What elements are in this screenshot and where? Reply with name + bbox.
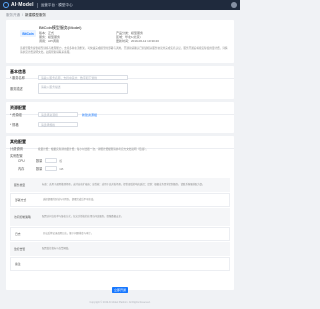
create-resource-group-link[interactable]: 新建资源组 bbox=[82, 113, 97, 117]
table-row: 备注 bbox=[10, 257, 230, 271]
row-key: 备注 bbox=[15, 262, 21, 266]
resource-group-label: * 资源组 bbox=[10, 113, 22, 117]
spec-select[interactable]: 请选择规格 bbox=[38, 122, 78, 127]
row-value: 配置访问白名单与鉴权方式，仅允许授权的应用访问该服务，保障数据安全。 bbox=[42, 215, 124, 219]
breadcrumb-parent[interactable]: 服务开通 bbox=[6, 13, 20, 18]
footer-copyright: Copyright © 2019 AI Model Platform. All … bbox=[89, 301, 151, 304]
cpu-stepper[interactable] bbox=[45, 158, 58, 163]
service-name-input[interactable]: 请输入服务名称，支持中英文、数字和下划线 bbox=[38, 75, 128, 80]
row-value: 开启后将记录调用日志，便于问题排查与审计。 bbox=[43, 232, 94, 236]
row-key: 部署方式 bbox=[15, 198, 27, 202]
resource-card: 资源配置 * 资源组 请选择资源组 新建资源组 * 规格 请选择规格 bbox=[6, 102, 234, 133]
spec-label: * 规格 bbox=[10, 123, 19, 127]
logo-icon bbox=[3, 2, 9, 8]
product-logo: BitCoin bbox=[20, 30, 36, 37]
row-value: 标准：适用于通用推理场景，支持自动扩缩容；高性能：适用于高并发场景，提供更低的响… bbox=[42, 183, 205, 187]
row-value: 选择部署的区域与可用区，部署完成后不可修改。 bbox=[43, 198, 96, 202]
service-desc-label: 服务描述 bbox=[10, 87, 23, 91]
breadcrumb-current: 新建模型服务 bbox=[24, 13, 46, 17]
row-value bbox=[41, 263, 45, 265]
service-name-label: * 服务名称 bbox=[10, 76, 25, 80]
options-table: 服务类型 标准：适用于通用推理场景，支持自动扩缩容；高性能：适用于高并发场景，提… bbox=[10, 178, 230, 272]
row-key: 监控告警 bbox=[14, 247, 26, 251]
product-description: 该模型服务提供模型训练与推理能力，支持多种主流框架，可快速完成模型的部署与调用。… bbox=[20, 47, 228, 54]
cpu-unit: 核 bbox=[59, 158, 63, 163]
billing-hint-label: 计费说明 bbox=[10, 147, 23, 151]
memory-unit: GB bbox=[59, 166, 64, 171]
basic-info-card: 基本信息 * 服务名称 请输入服务名称，支持中英文、数字和下划线 服务描述 请输… bbox=[6, 66, 234, 99]
table-row: 监控告警 配置监控指标与告警阈值。 bbox=[10, 242, 230, 256]
app-logo[interactable]: AI·Model bbox=[11, 2, 34, 8]
table-row: 访问控制策略 配置访问白名单与鉴权方式，仅允许授权的应用访问该服务，保障数据安全… bbox=[10, 208, 230, 226]
product-updated-time: 更新时间：2019-06-12 10:30:20 bbox=[116, 39, 159, 43]
submit-button[interactable]: 立即开通 bbox=[112, 287, 128, 293]
breadcrumb-separator: / bbox=[22, 13, 23, 17]
divider bbox=[36, 2, 38, 8]
row-key: 日志 bbox=[15, 232, 21, 236]
memory-label: 内存 bbox=[18, 167, 25, 171]
row-value: 配置监控指标与告警阈值。 bbox=[42, 247, 71, 251]
table-row: 日志 开启后将记录调用日志，便于问题排查与审计。 bbox=[10, 227, 230, 241]
top-navbar: AI·Model 运营平台 · 模型中心 bbox=[0, 0, 240, 10]
app-subtitle: 运营平台 · 模型中心 bbox=[40, 2, 73, 7]
row-key: 访问控制策略 bbox=[14, 215, 31, 219]
table-row: 部署方式 选择部署的区域与可用区，部署完成后不可修改。 bbox=[10, 193, 230, 207]
options-card: 其他配置 计费说明 按量计费：根据实际调用量计费，每小时出账一次，详细计费规则请… bbox=[6, 136, 234, 290]
product-cycle: 调用：API调用 bbox=[39, 39, 59, 43]
resource-group-select[interactable]: 请选择资源组 bbox=[38, 112, 78, 117]
product-card: BitCoin BitCoin模型服务(Model) 版本：正式 服务：模型服务… bbox=[6, 20, 234, 63]
row-key: 服务类型 bbox=[14, 183, 26, 187]
service-desc-textarea[interactable]: 请输入服务描述 bbox=[38, 83, 128, 94]
memory-field-label: 数量 bbox=[36, 167, 43, 171]
breadcrumb: 服务开通 / 新建模型服务 bbox=[6, 13, 46, 18]
cpu-label: CPU bbox=[18, 158, 25, 163]
user-avatar-icon[interactable] bbox=[231, 2, 237, 8]
billing-hint-text: 按量计费：根据实际调用量计费，每小时出账一次，详细计费规则请参考官方文档说明（链… bbox=[38, 147, 149, 151]
table-row: 服务类型 标准：适用于通用推理场景，支持自动扩缩容；高性能：适用于高并发场景，提… bbox=[10, 178, 230, 192]
cpu-field-label: 数量 bbox=[36, 159, 43, 163]
memory-stepper[interactable] bbox=[45, 166, 58, 171]
